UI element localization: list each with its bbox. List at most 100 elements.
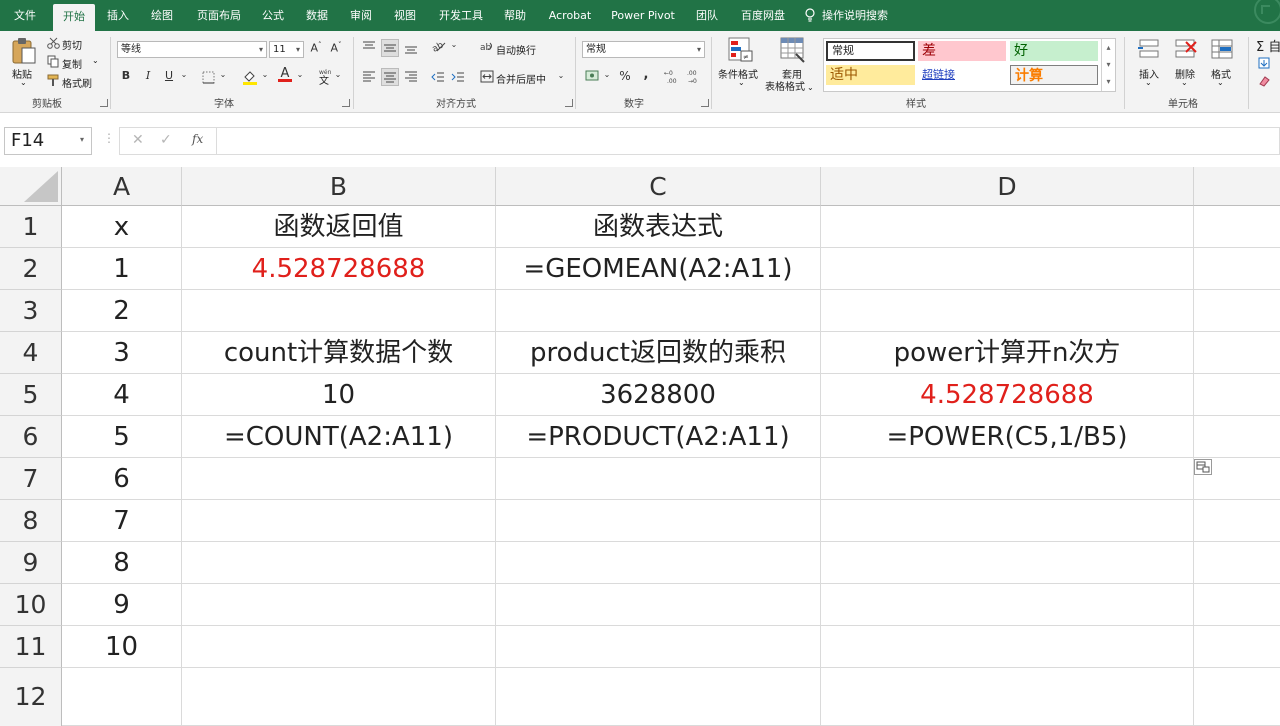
- row-header-5[interactable]: 5: [0, 374, 62, 416]
- enter-icon[interactable]: ✓: [160, 132, 172, 148]
- cell-b11[interactable]: [182, 626, 496, 668]
- menu-help[interactable]: 帮助: [498, 0, 532, 31]
- style-bad[interactable]: 差: [918, 41, 1006, 61]
- cell-a11[interactable]: 10: [62, 626, 182, 668]
- menu-power-pivot[interactable]: Power Pivot: [606, 0, 680, 31]
- row-header-12[interactable]: 12: [0, 668, 62, 726]
- bold-button[interactable]: B: [120, 69, 132, 82]
- copy-button[interactable]: 复制: [62, 56, 82, 71]
- chevron-down-icon[interactable]: ▾: [1102, 56, 1115, 73]
- clipboard-launcher-icon[interactable]: [100, 99, 108, 107]
- row-header-11[interactable]: 11: [0, 626, 62, 668]
- grow-font-icon[interactable]: A˄: [309, 41, 323, 55]
- cell-a9[interactable]: 8: [62, 542, 182, 584]
- comma-style-button[interactable]: ,: [641, 67, 651, 82]
- merge-center-button[interactable]: 合并后居中: [496, 71, 546, 86]
- decrease-decimal-icon[interactable]: .00 →0: [686, 68, 702, 84]
- cell-e10[interactable]: [1194, 584, 1280, 626]
- orientation-dropdown-icon[interactable]: ⌄: [449, 40, 459, 49]
- number-launcher-icon[interactable]: [701, 99, 709, 107]
- cell-a2[interactable]: 1: [62, 248, 182, 290]
- cell-c4[interactable]: product返回数的乘积: [496, 332, 821, 374]
- delete-dropdown-icon[interactable]: ⌄: [1181, 78, 1188, 87]
- row-header-10[interactable]: 10: [0, 584, 62, 626]
- number-format-select[interactable]: 常规 ▾: [582, 41, 705, 58]
- fill-icon[interactable]: [1258, 57, 1270, 69]
- font-color-icon[interactable]: A: [278, 66, 292, 82]
- cell-c8[interactable]: [496, 500, 821, 542]
- align-top-icon[interactable]: [362, 41, 376, 53]
- underline-button[interactable]: U: [163, 69, 175, 82]
- row-header-2[interactable]: 2: [0, 248, 62, 290]
- italic-button[interactable]: I: [142, 69, 154, 82]
- cell-b5[interactable]: 10: [182, 374, 496, 416]
- styles-scroll[interactable]: ▴ ▾ ▾: [1101, 39, 1115, 91]
- format-dropdown-icon[interactable]: ⌄: [1217, 78, 1224, 87]
- cancel-icon[interactable]: ✕: [132, 132, 144, 148]
- borders-dropdown-icon[interactable]: ⌄: [218, 70, 228, 79]
- cell-b1[interactable]: 函数返回值: [182, 206, 496, 248]
- cell-d2[interactable]: [821, 248, 1194, 290]
- column-header-c[interactable]: C: [496, 167, 821, 206]
- row-header-6[interactable]: 6: [0, 416, 62, 458]
- style-good[interactable]: 好: [1010, 41, 1098, 61]
- column-header-b[interactable]: B: [182, 167, 496, 206]
- paste-options-icon[interactable]: [1194, 459, 1212, 475]
- row-header-1[interactable]: 1: [0, 206, 62, 248]
- cell-b7[interactable]: [182, 458, 496, 500]
- cell-b6[interactable]: =COUNT(A2:A11): [182, 416, 496, 458]
- cell-c6[interactable]: =PRODUCT(A2:A11): [496, 416, 821, 458]
- cell-a3[interactable]: 2: [62, 290, 182, 332]
- cell-d4[interactable]: power计算开n次方: [821, 332, 1194, 374]
- cell-d6[interactable]: =POWER(C5,1/B5): [821, 416, 1194, 458]
- format-as-table-button[interactable]: 表格格式 ⌄: [765, 78, 814, 93]
- tell-me-search[interactable]: 操作说明搜索: [804, 0, 904, 31]
- cell-a10[interactable]: 9: [62, 584, 182, 626]
- merge-dropdown-icon[interactable]: ⌄: [556, 71, 566, 80]
- column-header-d[interactable]: D: [821, 167, 1194, 206]
- menu-baidu-netdisk[interactable]: 百度网盘: [734, 0, 792, 31]
- format-painter-button[interactable]: 格式刷: [62, 75, 92, 90]
- cell-c7[interactable]: [496, 458, 821, 500]
- cell-e2[interactable]: [1194, 248, 1280, 290]
- orientation-icon[interactable]: ab: [431, 39, 447, 53]
- chevron-up-icon[interactable]: ▴: [1102, 39, 1115, 56]
- align-middle-icon[interactable]: [381, 39, 399, 57]
- cell-e4[interactable]: [1194, 332, 1280, 374]
- cell-a1[interactable]: x: [62, 206, 182, 248]
- menu-view[interactable]: 视图: [388, 0, 422, 31]
- cut-button[interactable]: 剪切: [62, 37, 82, 52]
- row-header-8[interactable]: 8: [0, 500, 62, 542]
- formula-input[interactable]: [217, 127, 1280, 155]
- row-header-9[interactable]: 9: [0, 542, 62, 584]
- style-calculation[interactable]: 计算: [1010, 65, 1098, 85]
- cell-c11[interactable]: [496, 626, 821, 668]
- cell-e6[interactable]: [1194, 416, 1280, 458]
- row-header-7[interactable]: 7: [0, 458, 62, 500]
- font-color-dropdown-icon[interactable]: ⌄: [295, 70, 305, 79]
- phonetic-guide-icon[interactable]: wén 文: [316, 68, 332, 85]
- cell-b4[interactable]: count计算数据个数: [182, 332, 496, 374]
- column-header-e[interactable]: [1194, 167, 1280, 206]
- conditional-dropdown-icon[interactable]: ⌄: [738, 78, 745, 87]
- cell-e3[interactable]: [1194, 290, 1280, 332]
- align-right-icon[interactable]: [404, 71, 418, 83]
- cell-e12[interactable]: [1194, 668, 1280, 726]
- cell-c2[interactable]: =GEOMEAN(A2:A11): [496, 248, 821, 290]
- paste-dropdown-icon[interactable]: ⌄: [20, 78, 27, 87]
- copy-dropdown-icon[interactable]: ⌄: [92, 56, 99, 65]
- cell-e5[interactable]: [1194, 374, 1280, 416]
- fill-color-icon[interactable]: [242, 69, 258, 85]
- column-header-a[interactable]: A: [62, 167, 182, 206]
- percent-button[interactable]: %: [619, 69, 631, 83]
- cell-a6[interactable]: 5: [62, 416, 182, 458]
- decrease-indent-icon[interactable]: [431, 71, 445, 83]
- cell-c3[interactable]: [496, 290, 821, 332]
- cell-d8[interactable]: [821, 500, 1194, 542]
- expand-gallery-icon[interactable]: ▾: [1102, 73, 1115, 90]
- cell-c1[interactable]: 函数表达式: [496, 206, 821, 248]
- cell-d1[interactable]: [821, 206, 1194, 248]
- cell-d12[interactable]: [821, 668, 1194, 726]
- cell-b10[interactable]: [182, 584, 496, 626]
- align-center-icon[interactable]: [381, 68, 399, 86]
